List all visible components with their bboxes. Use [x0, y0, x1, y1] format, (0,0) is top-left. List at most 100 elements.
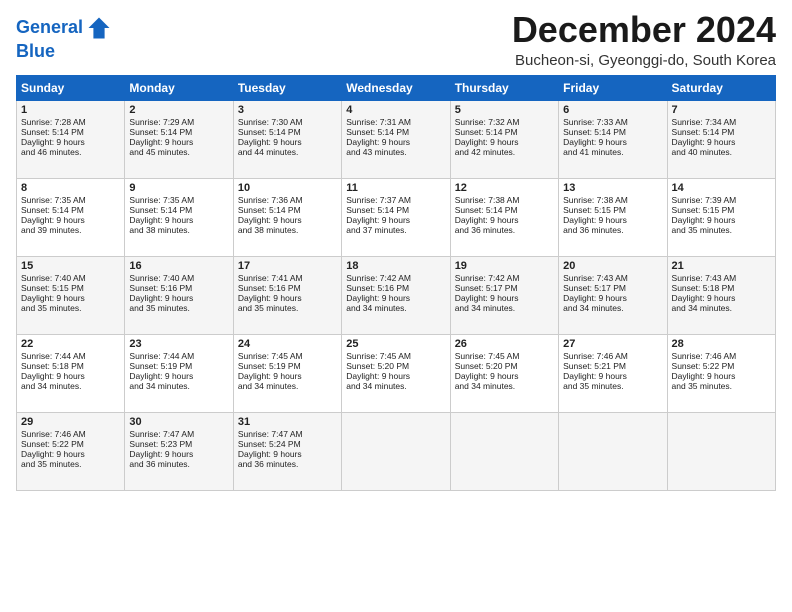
- weekday-header: Friday: [559, 75, 667, 100]
- daylight-text-cont: and 34 minutes.: [563, 303, 662, 313]
- sunset-text: Sunset: 5:15 PM: [672, 205, 771, 215]
- sunrise-text: Sunrise: 7:34 AM: [672, 117, 771, 127]
- daylight-text-cont: and 39 minutes.: [21, 225, 120, 235]
- sunrise-text: Sunrise: 7:40 AM: [129, 273, 228, 283]
- daylight-text-cont: and 35 minutes.: [21, 459, 120, 469]
- daylight-text: Daylight: 9 hours: [129, 449, 228, 459]
- sunset-text: Sunset: 5:14 PM: [455, 127, 554, 137]
- title-block: December 2024 Bucheon-si, Gyeonggi-do, S…: [512, 10, 776, 69]
- sunset-text: Sunset: 5:23 PM: [129, 439, 228, 449]
- calendar-cell: 28Sunrise: 7:46 AMSunset: 5:22 PMDayligh…: [667, 334, 775, 412]
- daylight-text-cont: and 35 minutes.: [238, 303, 337, 313]
- sunrise-text: Sunrise: 7:29 AM: [129, 117, 228, 127]
- sunset-text: Sunset: 5:22 PM: [21, 439, 120, 449]
- logo: General Blue: [16, 14, 113, 62]
- calendar-cell: 17Sunrise: 7:41 AMSunset: 5:16 PMDayligh…: [233, 256, 341, 334]
- daylight-text: Daylight: 9 hours: [672, 215, 771, 225]
- sunset-text: Sunset: 5:19 PM: [238, 361, 337, 371]
- daylight-text: Daylight: 9 hours: [455, 137, 554, 147]
- day-number: 25: [346, 338, 445, 350]
- daylight-text-cont: and 42 minutes.: [455, 147, 554, 157]
- calendar-header: SundayMondayTuesdayWednesdayThursdayFrid…: [17, 75, 776, 100]
- daylight-text: Daylight: 9 hours: [21, 449, 120, 459]
- daylight-text: Daylight: 9 hours: [563, 293, 662, 303]
- daylight-text: Daylight: 9 hours: [238, 137, 337, 147]
- day-number: 8: [21, 182, 120, 194]
- logo-icon: [85, 14, 113, 42]
- sunset-text: Sunset: 5:16 PM: [346, 283, 445, 293]
- calendar-cell: 4Sunrise: 7:31 AMSunset: 5:14 PMDaylight…: [342, 100, 450, 178]
- daylight-text: Daylight: 9 hours: [346, 371, 445, 381]
- day-number: 30: [129, 416, 228, 428]
- daylight-text-cont: and 40 minutes.: [672, 147, 771, 157]
- day-number: 20: [563, 260, 662, 272]
- daylight-text: Daylight: 9 hours: [455, 293, 554, 303]
- calendar-cell: [667, 412, 775, 490]
- daylight-text: Daylight: 9 hours: [21, 137, 120, 147]
- daylight-text-cont: and 44 minutes.: [238, 147, 337, 157]
- sunset-text: Sunset: 5:17 PM: [563, 283, 662, 293]
- day-number: 7: [672, 104, 771, 116]
- sunrise-text: Sunrise: 7:46 AM: [21, 429, 120, 439]
- daylight-text-cont: and 36 minutes.: [238, 459, 337, 469]
- daylight-text: Daylight: 9 hours: [672, 137, 771, 147]
- sunset-text: Sunset: 5:18 PM: [21, 361, 120, 371]
- daylight-text-cont: and 34 minutes.: [672, 303, 771, 313]
- daylight-text: Daylight: 9 hours: [129, 293, 228, 303]
- calendar-week: 1Sunrise: 7:28 AMSunset: 5:14 PMDaylight…: [17, 100, 776, 178]
- sunrise-text: Sunrise: 7:46 AM: [563, 351, 662, 361]
- sunset-text: Sunset: 5:18 PM: [672, 283, 771, 293]
- day-number: 15: [21, 260, 120, 272]
- calendar-cell: 22Sunrise: 7:44 AMSunset: 5:18 PMDayligh…: [17, 334, 125, 412]
- daylight-text: Daylight: 9 hours: [346, 137, 445, 147]
- daylight-text-cont: and 34 minutes.: [455, 303, 554, 313]
- day-number: 5: [455, 104, 554, 116]
- calendar-cell: 15Sunrise: 7:40 AMSunset: 5:15 PMDayligh…: [17, 256, 125, 334]
- sunrise-text: Sunrise: 7:41 AM: [238, 273, 337, 283]
- sunrise-text: Sunrise: 7:47 AM: [238, 429, 337, 439]
- day-number: 2: [129, 104, 228, 116]
- sunrise-text: Sunrise: 7:44 AM: [129, 351, 228, 361]
- calendar-cell: 16Sunrise: 7:40 AMSunset: 5:16 PMDayligh…: [125, 256, 233, 334]
- logo-blue-text: Blue: [16, 42, 113, 62]
- daylight-text-cont: and 35 minutes.: [672, 381, 771, 391]
- calendar-cell: 29Sunrise: 7:46 AMSunset: 5:22 PMDayligh…: [17, 412, 125, 490]
- location-title: Bucheon-si, Gyeonggi-do, South Korea: [512, 52, 776, 69]
- day-number: 6: [563, 104, 662, 116]
- day-number: 27: [563, 338, 662, 350]
- daylight-text: Daylight: 9 hours: [21, 371, 120, 381]
- calendar-table: SundayMondayTuesdayWednesdayThursdayFrid…: [16, 75, 776, 491]
- sunrise-text: Sunrise: 7:42 AM: [455, 273, 554, 283]
- sunrise-text: Sunrise: 7:35 AM: [21, 195, 120, 205]
- day-number: 14: [672, 182, 771, 194]
- daylight-text-cont: and 35 minutes.: [563, 381, 662, 391]
- daylight-text-cont: and 38 minutes.: [129, 225, 228, 235]
- daylight-text-cont: and 36 minutes.: [563, 225, 662, 235]
- day-number: 19: [455, 260, 554, 272]
- calendar-cell: 19Sunrise: 7:42 AMSunset: 5:17 PMDayligh…: [450, 256, 558, 334]
- day-number: 10: [238, 182, 337, 194]
- sunrise-text: Sunrise: 7:45 AM: [455, 351, 554, 361]
- calendar-cell: [559, 412, 667, 490]
- daylight-text: Daylight: 9 hours: [238, 449, 337, 459]
- sunrise-text: Sunrise: 7:43 AM: [672, 273, 771, 283]
- calendar-cell: 11Sunrise: 7:37 AMSunset: 5:14 PMDayligh…: [342, 178, 450, 256]
- calendar-week: 15Sunrise: 7:40 AMSunset: 5:15 PMDayligh…: [17, 256, 776, 334]
- sunrise-text: Sunrise: 7:33 AM: [563, 117, 662, 127]
- sunset-text: Sunset: 5:14 PM: [238, 127, 337, 137]
- daylight-text: Daylight: 9 hours: [455, 215, 554, 225]
- sunrise-text: Sunrise: 7:35 AM: [129, 195, 228, 205]
- daylight-text: Daylight: 9 hours: [238, 215, 337, 225]
- calendar-cell: 23Sunrise: 7:44 AMSunset: 5:19 PMDayligh…: [125, 334, 233, 412]
- daylight-text: Daylight: 9 hours: [21, 293, 120, 303]
- daylight-text-cont: and 43 minutes.: [346, 147, 445, 157]
- day-number: 31: [238, 416, 337, 428]
- sunset-text: Sunset: 5:17 PM: [455, 283, 554, 293]
- day-number: 28: [672, 338, 771, 350]
- sunset-text: Sunset: 5:14 PM: [346, 205, 445, 215]
- daylight-text: Daylight: 9 hours: [563, 371, 662, 381]
- daylight-text: Daylight: 9 hours: [238, 371, 337, 381]
- day-number: 13: [563, 182, 662, 194]
- page-container: General Blue December 2024 Bucheon-si, G…: [0, 0, 792, 497]
- sunset-text: Sunset: 5:14 PM: [21, 205, 120, 215]
